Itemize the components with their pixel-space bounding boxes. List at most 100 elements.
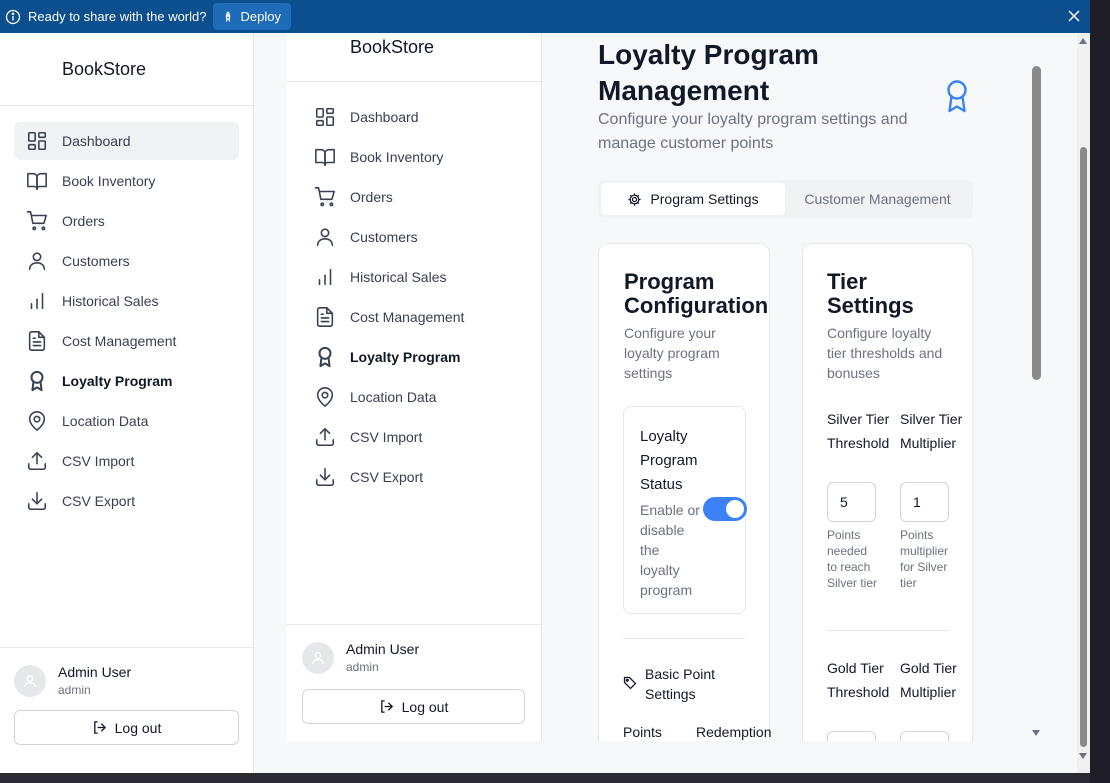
gear-icon [628, 192, 641, 206]
sidebar-item-historical-sales[interactable]: Historical Sales [14, 282, 239, 320]
logout-button[interactable]: Log out [14, 710, 239, 745]
embedded-sidebar-item-dashboard[interactable]: Dashboard [302, 98, 525, 136]
gold-threshold-input[interactable] [827, 731, 876, 741]
tab-customer-management[interactable]: Customer Management [785, 183, 970, 215]
embedded-avatar [302, 641, 334, 674]
logout-icon [93, 721, 106, 734]
embedded-sidebar-item-customers[interactable]: Customers [302, 218, 525, 256]
embedded-sidebar-item-loyalty-program[interactable]: Loyalty Program [302, 338, 525, 376]
sidebar-item-orders[interactable]: Orders [14, 202, 239, 240]
avatar [14, 664, 46, 697]
award-icon [947, 80, 967, 113]
sidebar-item-label: Location Data [350, 389, 437, 405]
window-scroll-down-arrow[interactable] [1079, 753, 1087, 759]
user-name: Admin User [58, 664, 132, 680]
book-icon [315, 148, 335, 167]
user-role: admin [58, 683, 91, 697]
embedded-sidebar-item-historical-sales[interactable]: Historical Sales [302, 258, 525, 296]
map-pin-icon [28, 411, 46, 431]
deploy-button[interactable]: Deploy [213, 3, 291, 30]
points-column-label: Points [623, 724, 662, 740]
embedded-sidebar-item-location-data[interactable]: Location Data [302, 378, 525, 416]
brand-title: BookStore [0, 33, 253, 106]
bar-chart-icon [318, 268, 332, 286]
sidebar-item-label: Cost Management [350, 309, 465, 325]
sidebar-item-csv-import[interactable]: CSV Import [14, 442, 239, 480]
sidebar-item-label: Loyalty Program [350, 349, 461, 365]
content-scrollbar[interactable] [1032, 66, 1041, 380]
embedded-logout-button[interactable]: Log out [302, 689, 525, 724]
window-scroll-up-arrow[interactable] [1079, 38, 1087, 44]
sidebar-item-book-inventory[interactable]: Book Inventory [14, 162, 239, 200]
banner-message: Ready to share with the world? [28, 9, 207, 24]
embedded-user-name: Admin User [346, 641, 420, 657]
user-avatar-icon [312, 651, 324, 664]
logout-icon [380, 700, 393, 713]
logout-label: Log out [114, 719, 162, 736]
sidebar-item-label: CSV Export [62, 493, 136, 509]
sidebar-item-label: Customers [350, 229, 418, 245]
sidebar-item-cost-management[interactable]: Cost Management [14, 322, 239, 360]
map-pin-icon [316, 387, 334, 407]
tab-program-settings-label: Program Settings [650, 191, 759, 207]
deploy-label: Deploy [240, 9, 281, 24]
program-configuration-title: Program Configuration [624, 269, 769, 318]
rocket-icon [226, 10, 231, 22]
silver-multiplier-hint: Points multiplier for Silver tier [900, 528, 949, 590]
embedded-sidebar-item-csv-import[interactable]: CSV Import [302, 418, 525, 456]
embedded-user-role: admin [346, 660, 379, 674]
embedded-sidebar-item-book-inventory[interactable]: Book Inventory [302, 138, 525, 176]
window-scrollbar-thumb[interactable] [1080, 147, 1087, 747]
sidebar-item-location-data[interactable]: Location Data [14, 402, 239, 440]
sidebar-item-label: Book Inventory [62, 173, 156, 189]
embedded-sidebar-item-cost-management[interactable]: Cost Management [302, 298, 525, 336]
sidebar-item-label: Cost Management [62, 333, 177, 349]
sidebar-item-label: Orders [350, 189, 393, 205]
silver-threshold-hint: Points needed to reach Silver tier [827, 528, 878, 590]
tier-settings-card: Tier Settings Configure loyalty tier thr… [802, 243, 973, 741]
sidebar-item-label: Book Inventory [350, 149, 444, 165]
sidebar-item-label: CSV Export [350, 469, 424, 485]
section-divider [623, 638, 745, 639]
silver-threshold-label: Silver Tier Threshold [827, 411, 890, 451]
tab-program-settings[interactable]: Program Settings [601, 183, 785, 215]
user-icon [28, 252, 46, 271]
embedded-logout-label: Log out [401, 698, 449, 715]
window-edge [1090, 0, 1110, 783]
cart-icon [314, 187, 335, 207]
scroll-down-arrow[interactable] [1032, 730, 1040, 736]
embedded-sidebar-item-csv-export[interactable]: CSV Export [302, 458, 525, 496]
loyalty-status-description: Enable or disable the loyalty program [640, 502, 700, 598]
tier-divider [827, 630, 949, 631]
sidebar: BookStore Dashboard Book Inventory Orders C… [0, 33, 254, 773]
loyalty-program-toggle[interactable] [703, 497, 747, 521]
basic-point-settings-header: Basic Point Settings [623, 664, 725, 704]
sidebar-item-dashboard[interactable]: Dashboard [14, 122, 239, 160]
sidebar-item-label: Dashboard [62, 133, 131, 149]
user-info: Admin User admin [14, 664, 239, 697]
upload-icon [27, 451, 47, 471]
sidebar-item-customers[interactable]: Customers [14, 242, 239, 280]
cart-icon [26, 211, 47, 231]
info-icon [5, 9, 21, 24]
window-scrollbar[interactable] [1077, 33, 1090, 773]
dashboard-icon [27, 131, 47, 151]
sidebar-item-label: CSV Import [62, 453, 135, 469]
basic-point-settings-title: Basic Point Settings [645, 666, 716, 702]
main-content: Loyalty Program Management Configure you… [598, 33, 1038, 741]
dashboard-icon [315, 107, 335, 127]
embedded-sidebar-footer: Admin User admin Log out [286, 624, 541, 741]
award-icon [318, 346, 332, 368]
bar-chart-icon [30, 292, 44, 310]
silver-threshold-input[interactable]: 5 [827, 482, 876, 522]
tier-settings-description: Configure loyalty tier thresholds and bo… [827, 325, 943, 381]
close-icon[interactable] [1066, 8, 1082, 24]
embedded-sidebar-item-orders[interactable]: Orders [302, 178, 525, 216]
embedded-sidebar: BookStore Dashboard Book Inventory Orders C… [286, 33, 542, 741]
sidebar-item-loyalty-program[interactable]: Loyalty Program [14, 362, 239, 400]
gold-multiplier-input[interactable] [900, 731, 949, 741]
silver-multiplier-input[interactable]: 1 [900, 482, 949, 522]
sidebar-footer: Admin User admin Log out [0, 647, 253, 773]
deploy-banner: Ready to share with the world? Deploy [0, 0, 1090, 33]
sidebar-item-csv-export[interactable]: CSV Export [14, 482, 239, 520]
